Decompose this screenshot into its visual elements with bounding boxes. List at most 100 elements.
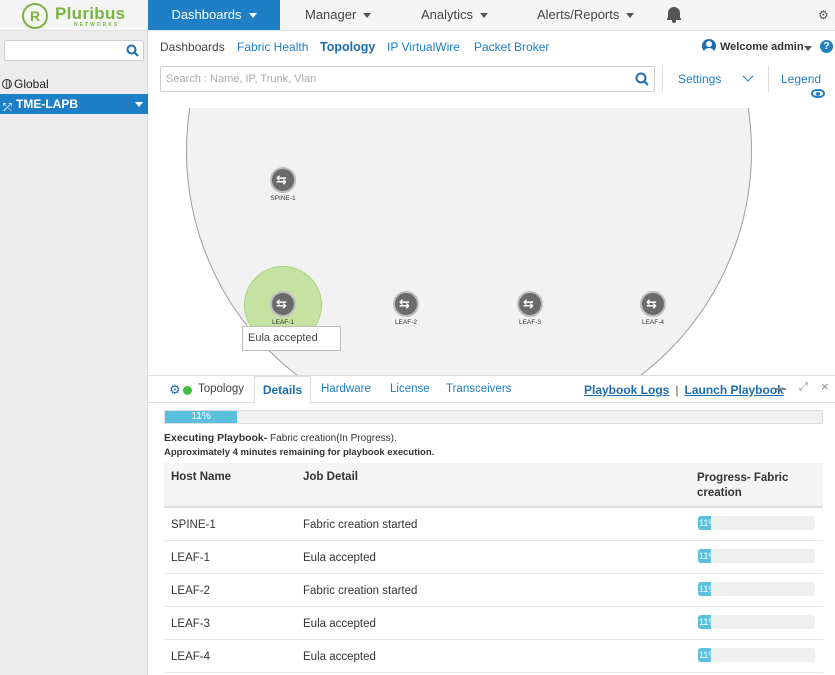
- switch-icon: ⇆: [399, 296, 410, 311]
- table-header: Host Name Job Detail Progress- Fabric cr…: [164, 463, 823, 508]
- nav-manager-label: Manager: [305, 7, 357, 22]
- host-name-cell: LEAF-1: [171, 552, 210, 564]
- eye-icon[interactable]: [811, 89, 825, 98]
- executing-label: Executing Playbook-: [164, 432, 268, 444]
- gear-icon[interactable]: ⚙: [169, 376, 181, 403]
- panel-tab-hardware[interactable]: Hardware: [321, 376, 371, 403]
- help-icon[interactable]: ?: [820, 40, 833, 53]
- switch-node-spine-1[interactable]: ⇆: [270, 167, 296, 193]
- job-detail-cell: Eula accepted: [303, 618, 376, 630]
- host-name-cell: LEAF-2: [171, 585, 210, 597]
- switch-icon: ⇆: [276, 172, 287, 187]
- executing-detail: Fabric creation(In Progress).: [267, 433, 397, 444]
- row-progress-bar: 11%: [698, 516, 815, 530]
- chevron-down-icon: [363, 13, 372, 19]
- tab-ip-virtualwire[interactable]: IP VirtualWire: [387, 40, 460, 54]
- status-online-icon: [183, 386, 192, 395]
- divider: [662, 66, 663, 92]
- table-row[interactable]: LEAF-4 Eula accepted 11%: [164, 640, 823, 673]
- switch-icon: ⇆: [646, 296, 657, 311]
- nav-alerts-reports[interactable]: Alerts/Reports: [537, 0, 635, 30]
- column-header-progress: Progress- Fabric creation: [697, 472, 789, 499]
- sidebar-item-fabric[interactable]: ⤱ TME-LAPB: [0, 94, 148, 114]
- maximize-icon[interactable]: ⤢: [799, 381, 808, 394]
- globe-icon: [2, 79, 12, 89]
- chevron-down-icon[interactable]: [135, 102, 143, 107]
- chevron-down-icon: [626, 13, 635, 19]
- user-avatar-icon[interactable]: [702, 39, 716, 53]
- table-body: SPINE-1 Fabric creation started 11% LEAF-1 E…: [164, 508, 823, 673]
- minimize-icon[interactable]: [776, 388, 786, 390]
- details-panel: ⚙ Topology Details Hardware License Tran…: [148, 375, 835, 675]
- sidebar: Global ⤱ TME-LAPB: [0, 31, 148, 675]
- panel-tab-transceivers[interactable]: Transceivers: [446, 376, 511, 403]
- table-row[interactable]: LEAF-1 Eula accepted 11%: [164, 541, 823, 574]
- search-icon[interactable]: [126, 44, 139, 57]
- column-header-job: Job Detail: [303, 471, 358, 483]
- row-progress-bar: 11%: [698, 549, 815, 563]
- row-progress-bar: 11%: [698, 582, 815, 596]
- table-row[interactable]: LEAF-2 Fabric creation started 11%: [164, 574, 823, 607]
- chevron-down-icon: [480, 13, 489, 19]
- nav-manager[interactable]: Manager: [305, 0, 372, 30]
- playbook-links: Playbook Logs | Launch Playbook: [584, 383, 784, 397]
- pluribus-logo[interactable]: R Pluribus NETWORKS: [22, 3, 132, 29]
- chevron-down-icon: [248, 13, 257, 19]
- logo-subtitle: NETWORKS: [74, 22, 120, 28]
- panel-tab-bar: ⚙ Topology Details Hardware License Tran…: [148, 376, 835, 404]
- node-tooltip: Eula accepted: [242, 326, 341, 351]
- table-row[interactable]: SPINE-1 Fabric creation started 11%: [164, 508, 823, 541]
- nav-analytics-label: Analytics: [421, 7, 474, 22]
- overall-progress-bar: 11%: [164, 410, 823, 424]
- chevron-down-icon[interactable]: [742, 70, 754, 82]
- switch-node-leaf-1[interactable]: ⇆: [270, 291, 296, 317]
- switch-node-leaf-4[interactable]: ⇆: [640, 291, 666, 317]
- job-detail-cell: Eula accepted: [303, 651, 376, 663]
- job-detail-cell: Eula accepted: [303, 552, 376, 564]
- switch-node-leaf-2[interactable]: ⇆: [393, 291, 419, 317]
- node-label: LEAF-4: [641, 319, 665, 326]
- close-icon[interactable]: ×: [821, 379, 829, 394]
- sidebar-search-input[interactable]: [4, 40, 144, 61]
- panel-tab-license[interactable]: License: [390, 376, 430, 403]
- nav-analytics[interactable]: Analytics: [421, 0, 489, 30]
- switch-node-leaf-3[interactable]: ⇆: [517, 291, 543, 317]
- node-label: LEAF-3: [518, 319, 542, 326]
- nav-dashboards-label: Dashboards: [171, 7, 242, 22]
- search-icon[interactable]: [635, 72, 649, 86]
- node-label: SPINE-1: [270, 195, 296, 202]
- logo-name: Pluribus: [55, 4, 126, 23]
- sidebar-item-global[interactable]: Global: [2, 77, 49, 91]
- launch-playbook-link[interactable]: Launch Playbook: [684, 383, 783, 397]
- link-separator: |: [675, 383, 679, 397]
- panel-tab-topology-label: Topology: [198, 383, 245, 395]
- notification-bell-icon[interactable]: [667, 7, 681, 23]
- global-label: Global: [14, 77, 49, 91]
- table-row[interactable]: LEAF-3 Eula accepted 11%: [164, 607, 823, 640]
- logo-mark: R: [22, 3, 48, 29]
- chevron-down-icon[interactable]: [804, 46, 812, 51]
- settings-button[interactable]: Settings: [678, 72, 721, 86]
- legend-button[interactable]: Legend: [781, 72, 821, 86]
- topology-canvas[interactable]: ⇆ SPINE-1 ⇆ LEAF-1 ⇆ LEAF-2 ⇆ LEAF-3 ⇆ L…: [148, 108, 835, 376]
- executing-status: Executing Playbook- Fabric creation(In P…: [164, 432, 397, 444]
- topology-search-input[interactable]: [161, 67, 621, 91]
- topology-search-field[interactable]: [160, 66, 655, 92]
- tab-topology[interactable]: Topology: [320, 40, 375, 54]
- playbook-logs-link[interactable]: Playbook Logs: [584, 383, 669, 397]
- tab-fabric-health[interactable]: Fabric Health: [237, 40, 308, 54]
- node-label: LEAF-1: [271, 319, 295, 326]
- panel-tab-topology[interactable]: ⚙ Topology: [169, 376, 245, 403]
- row-progress-fill: 11%: [698, 516, 711, 530]
- welcome-user[interactable]: Welcome admin: [720, 41, 804, 53]
- switch-icon: ⇆: [276, 296, 287, 311]
- tab-packet-broker[interactable]: Packet Broker: [474, 40, 549, 54]
- fabric-icon: ⤱: [3, 102, 12, 114]
- job-detail-cell: Fabric creation started: [303, 585, 418, 597]
- row-progress-bar: 11%: [698, 648, 815, 662]
- panel-tab-details[interactable]: Details: [254, 376, 311, 404]
- nav-dashboards[interactable]: Dashboards: [148, 0, 280, 30]
- settings-cog-icon[interactable]: ⚙: [818, 8, 830, 22]
- job-detail-cell: Fabric creation started: [303, 519, 418, 531]
- tab-dashboards[interactable]: Dashboards: [160, 40, 225, 54]
